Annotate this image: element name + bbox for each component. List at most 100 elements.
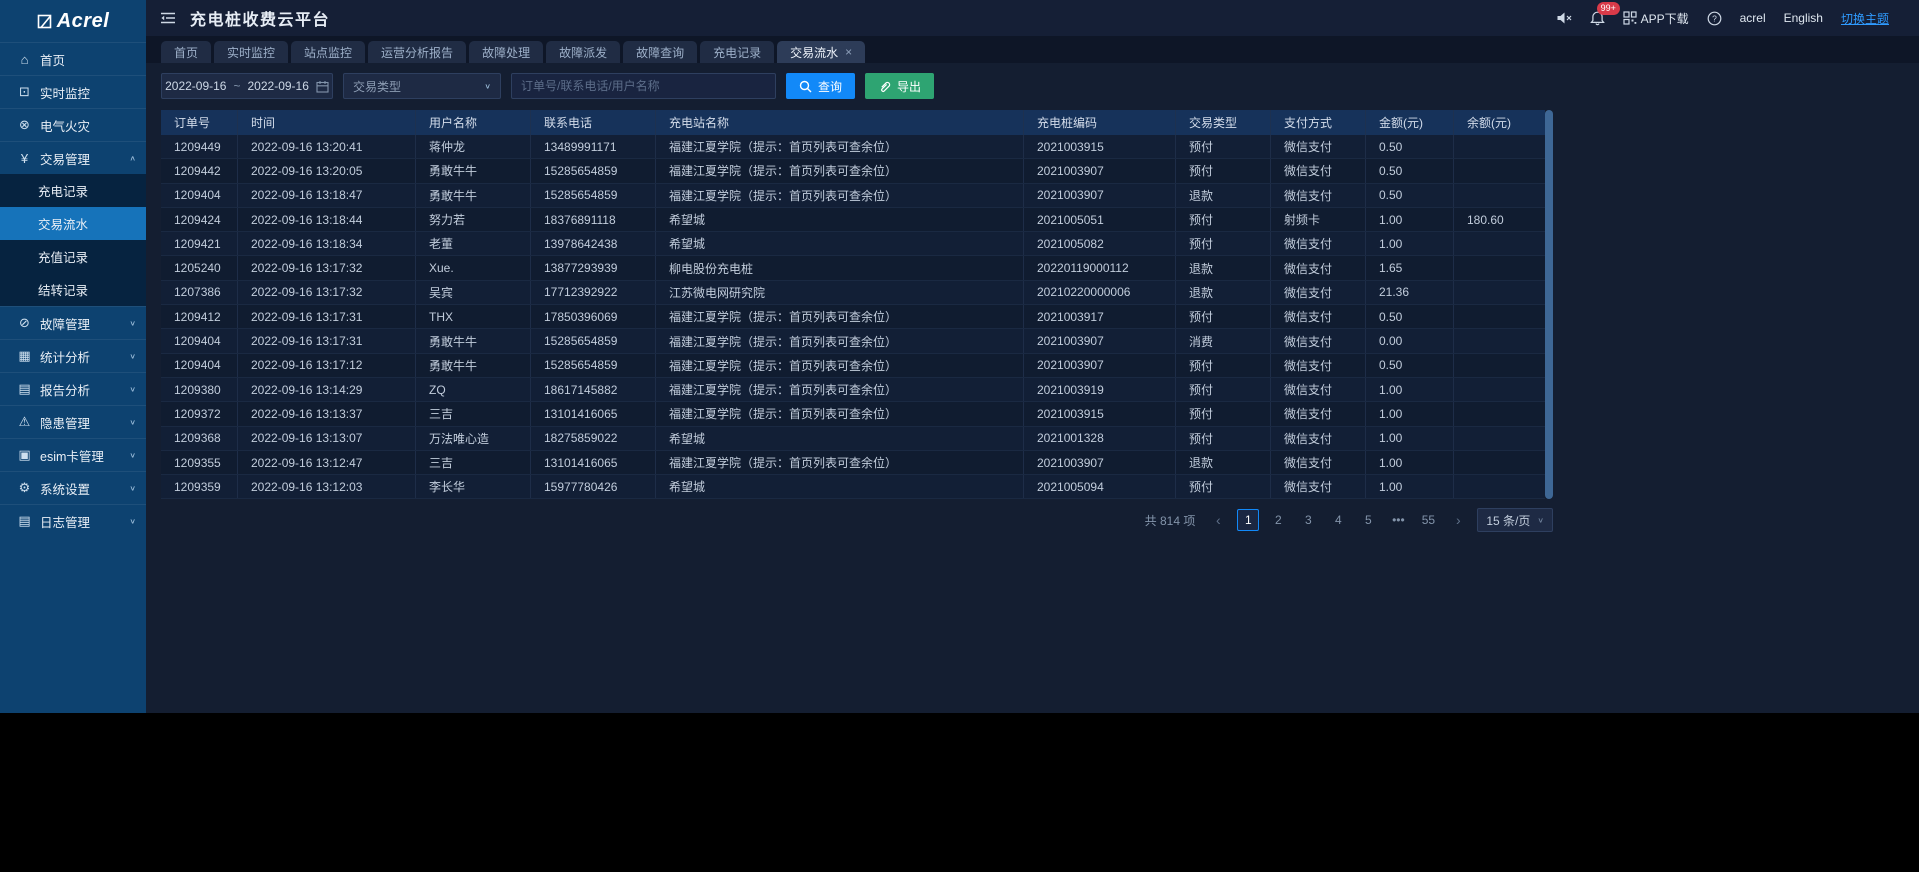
search-icon <box>799 80 812 92</box>
table-cell: 勇敢牛牛 <box>416 183 531 207</box>
table-scrollbar[interactable] <box>1545 110 1553 500</box>
next-page-icon[interactable]: › <box>1447 509 1469 531</box>
sidebar-item-label: 系统设置 <box>40 482 91 497</box>
menu-fold-icon[interactable] <box>160 11 176 25</box>
prev-page-icon[interactable]: ‹ <box>1207 509 1229 531</box>
help-icon[interactable]: ? <box>1707 11 1722 26</box>
page-number[interactable]: 4 <box>1327 509 1349 531</box>
esim-card-icon: ▣ <box>18 447 31 462</box>
username[interactable]: acrel <box>1740 11 1766 25</box>
table-cell: 希望城 <box>656 475 1024 499</box>
table-row: 1209449 2022-09-16 13:20:41 蒋仲龙 13489991171… <box>161 135 1545 160</box>
table-cell: 1209355 <box>161 450 238 475</box>
table-cell: 射频卡 <box>1271 207 1366 232</box>
page-number[interactable]: 5 <box>1357 509 1379 531</box>
sidebar-subitem[interactable]: 交易流水 <box>0 207 146 240</box>
sidebar-item[interactable]: ⚙ 系统设置 ∨ <box>0 471 146 504</box>
table-cell: 1.00 <box>1366 207 1454 232</box>
page-number[interactable]: 3 <box>1297 509 1319 531</box>
table-cell: 微信支付 <box>1271 232 1366 256</box>
sidebar-item[interactable]: ⌂ 首页 <box>0 42 146 75</box>
table-cell <box>1454 427 1545 450</box>
table-row: 1209404 2022-09-16 13:18:47 勇敢牛牛 1528565485… <box>161 183 1545 208</box>
table-cell: 福建江夏学院（提示：首页列表可查余位） <box>656 450 1024 475</box>
table-cell: 努力若 <box>416 207 531 232</box>
notification-bell-icon[interactable]: 99+ <box>1589 1 1620 26</box>
table-cell: 希望城 <box>656 232 1024 256</box>
sidebar-item[interactable]: ⊘ 故障管理 ∨ <box>0 306 146 339</box>
table-cell: 预付 <box>1176 207 1271 232</box>
close-icon[interactable]: × <box>845 45 852 59</box>
filterbar: 2022-09-16 ~ 2022-09-16 交易类型 ∨ 订单号/联系电话/… <box>161 73 1919 99</box>
pagination: 共 814 项 ‹ 1 2 3 4 5 ••• 55 › 15 条/页 ∨ <box>161 508 1553 533</box>
table-body: 1209449 2022-09-16 13:20:41 蒋仲龙 13489991171… <box>161 135 1553 500</box>
table-cell: 2021003907 <box>1024 353 1176 377</box>
sidebar-item[interactable]: ⊡ 实时监控 <box>0 75 146 108</box>
export-button[interactable]: 导出 <box>865 73 935 99</box>
query-button[interactable]: 查询 <box>786 73 856 99</box>
tab[interactable]: 故障处理 <box>469 41 544 63</box>
tab[interactable]: 故障查询 <box>623 41 698 63</box>
table-cell: 1209404 <box>161 183 238 207</box>
tab[interactable]: 故障派发 <box>546 41 621 63</box>
sidebar-item[interactable]: ⚠ 隐患管理 ∨ <box>0 405 146 438</box>
table-cell: 1205240 <box>161 256 238 280</box>
mute-icon[interactable] <box>1556 11 1572 25</box>
sidebar-item[interactable]: ¥ 交易管理 ∧ <box>0 141 146 174</box>
table-cell: 微信支付 <box>1271 353 1366 377</box>
stats-icon: ▦ <box>18 348 31 363</box>
tab[interactable]: 首页 <box>161 41 212 63</box>
sidebar-item[interactable]: ▤ 报告分析 ∨ <box>0 372 146 405</box>
sidebar-subitem[interactable]: 充电记录 <box>0 174 146 207</box>
language-switch[interactable]: English <box>1784 11 1823 25</box>
sidebar-item-label: 首页 <box>40 53 66 68</box>
table-cell: 15285654859 <box>531 159 656 183</box>
table-cell: 微信支付 <box>1271 475 1366 499</box>
transaction-type-select[interactable]: 交易类型 ∨ <box>343 73 501 99</box>
page-number[interactable]: 2 <box>1267 509 1289 531</box>
tab[interactable]: 交易流水 × <box>777 41 866 63</box>
table-cell: 希望城 <box>656 426 1024 450</box>
table-cell: 预付 <box>1176 402 1271 426</box>
tab[interactable]: 实时监控 <box>214 41 289 63</box>
page-number[interactable]: 1 <box>1237 509 1260 532</box>
table-cell: 2021005051 <box>1024 207 1176 232</box>
table-cell: 15285654859 <box>531 329 656 353</box>
sidebar-item[interactable]: ▣ esim卡管理 ∨ <box>0 438 146 471</box>
page-number[interactable]: 55 <box>1417 509 1439 531</box>
table-cell: 勇敢牛牛 <box>416 329 531 353</box>
sidebar-subitem[interactable]: 结转记录 <box>0 273 146 306</box>
table-cell: 福建江夏学院（提示：首页列表可查余位） <box>656 329 1024 353</box>
sidebar-item[interactable]: ⊗ 电气火灾 <box>0 108 146 141</box>
table-cell: THX <box>416 305 531 329</box>
tab[interactable]: 充电记录 <box>700 41 775 63</box>
table-header-cell: 订单号 <box>161 110 238 135</box>
table-cell: 退款 <box>1176 183 1271 207</box>
sidebar-item[interactable]: ▦ 统计分析 ∨ <box>0 339 146 372</box>
app-download-button[interactable]: APP下载 <box>1622 10 1689 27</box>
sidebar-item[interactable]: ▤ 日志管理 ∨ <box>0 504 146 537</box>
tab-label: 充电记录 <box>713 45 762 60</box>
theme-switch-link[interactable]: 切换主题 <box>1841 10 1889 27</box>
table-cell: 1209412 <box>161 305 238 329</box>
table-cell: 2021005094 <box>1024 475 1176 499</box>
sidebar-subitem[interactable]: 充值记录 <box>0 240 146 273</box>
fault-icon: ⊘ <box>19 315 30 330</box>
date-range-picker[interactable]: 2022-09-16 ~ 2022-09-16 <box>161 73 333 99</box>
page-size-select[interactable]: 15 条/页 ∨ <box>1477 508 1553 533</box>
content: 2022-09-16 ~ 2022-09-16 交易类型 ∨ 订单号/联系电话/… <box>146 63 1919 713</box>
table-cell: 三吉 <box>416 450 531 475</box>
transaction-type-placeholder: 交易类型 <box>353 79 402 94</box>
tab[interactable]: 运营分析报告 <box>368 41 467 63</box>
sidebar-item-label: 日志管理 <box>40 515 91 530</box>
search-input[interactable] <box>512 79 775 93</box>
app-window: Acrel ⌂ 首页 ⊡ 实时监控 ⊗ 电气火灾 ¥ 交易管理 ∧ 充电记录 交易流水 充值记录 结转记… <box>0 0 1919 713</box>
table-row: 1205240 2022-09-16 13:17:32 Xue. 1387729393… <box>161 256 1545 281</box>
table-cell: 2021005082 <box>1024 232 1176 256</box>
table-cell: 微信支付 <box>1271 402 1366 426</box>
table-cell: 预付 <box>1176 305 1271 329</box>
page-ellipsis[interactable]: ••• <box>1387 509 1409 531</box>
table-cell: 15285654859 <box>531 183 656 207</box>
tab[interactable]: 站点监控 <box>291 41 366 63</box>
table-cell <box>1454 305 1545 328</box>
